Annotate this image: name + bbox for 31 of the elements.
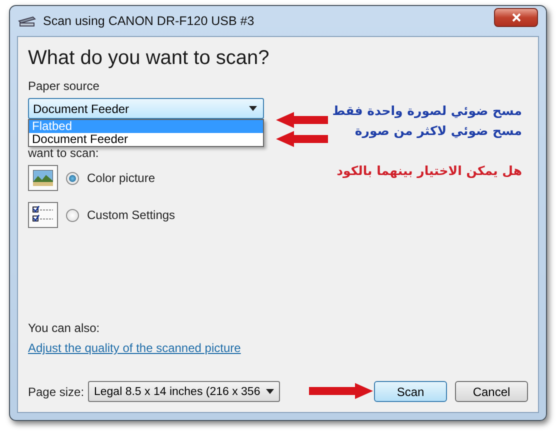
instruction-text: want to scan: bbox=[28, 147, 100, 159]
page-size-label: Page size: bbox=[28, 384, 86, 398]
scan-type-tile[interactable] bbox=[28, 165, 58, 191]
checklist-icon bbox=[32, 206, 54, 224]
window-title: Scan using CANON DR-F120 USB #3 bbox=[43, 14, 254, 28]
arrow-icon bbox=[276, 131, 328, 147]
caret-icon bbox=[249, 106, 257, 111]
annotation-text: هل يمكن الاختيار بينهما بالكود bbox=[336, 163, 522, 178]
dialog-heading: What do you want to scan? bbox=[28, 47, 270, 70]
field-label: Paper source bbox=[28, 79, 100, 93]
caret-icon bbox=[266, 389, 274, 394]
also-label: You can also: bbox=[28, 321, 101, 335]
dialog-button[interactable]: Scan bbox=[374, 381, 447, 402]
page-size-dropdown[interactable]: Legal 8.5 x 14 inches (216 x 356 bbox=[88, 381, 280, 402]
annotation-text: مسح ضوئي لاكثر من صورة bbox=[354, 123, 522, 138]
arrow-icon bbox=[309, 383, 373, 399]
scanner-icon bbox=[18, 15, 36, 27]
dropdown-option[interactable]: Document Feeder bbox=[29, 133, 263, 146]
arrow-icon bbox=[276, 112, 328, 128]
annotation-text: مسح ضوئي لصورة واحدة فقط bbox=[332, 103, 522, 118]
radio-button[interactable] bbox=[66, 172, 79, 184]
radio-label: Custom Settings bbox=[87, 208, 176, 222]
scan-type-tile[interactable] bbox=[28, 202, 58, 228]
close-icon bbox=[512, 12, 520, 22]
close-button[interactable] bbox=[494, 8, 538, 26]
radio-button[interactable] bbox=[66, 208, 79, 222]
paper-source-dropdown[interactable]: Document Feeder bbox=[28, 98, 264, 119]
landscape-icon bbox=[33, 170, 53, 186]
radio-label: Color picture bbox=[87, 171, 156, 185]
dialog-button[interactable]: Cancel bbox=[455, 381, 528, 402]
adjust-quality-link[interactable]: Adjust the quality of the scanned picture bbox=[28, 341, 241, 355]
